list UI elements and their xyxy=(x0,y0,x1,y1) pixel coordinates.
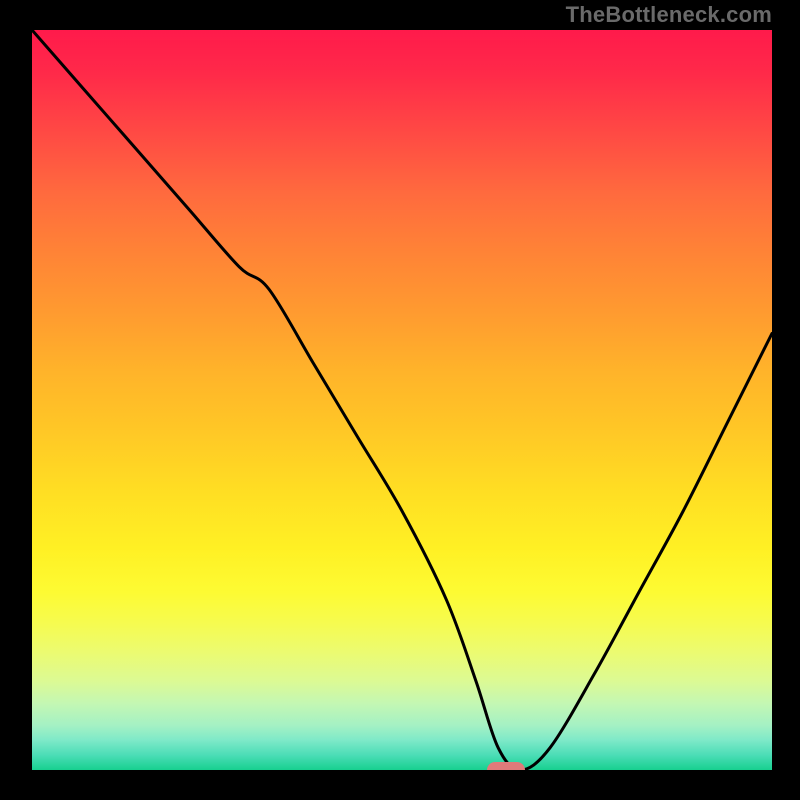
chart-frame: TheBottleneck.com xyxy=(0,0,800,800)
plot-area xyxy=(32,30,772,770)
watermark-text: TheBottleneck.com xyxy=(566,4,772,26)
bottleneck-curve xyxy=(32,30,772,770)
optimal-marker xyxy=(487,762,525,770)
